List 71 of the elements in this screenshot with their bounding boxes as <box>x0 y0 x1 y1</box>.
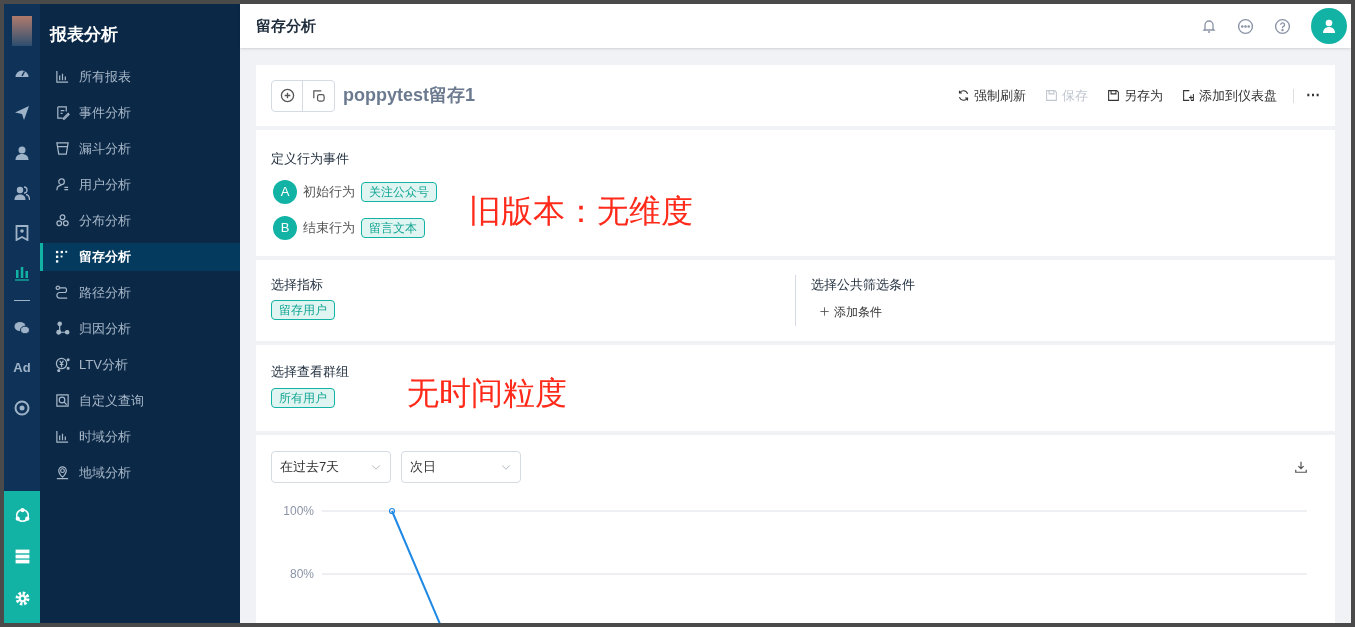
download-icon[interactable] <box>1294 460 1308 474</box>
axis-label: 100% <box>283 504 314 518</box>
coin-icon <box>55 357 70 372</box>
toolbar-button[interactable]: 强制刷新 <box>957 85 1026 106</box>
funnel-icon <box>55 141 70 156</box>
report-name: poppytest留存1 <box>343 84 475 107</box>
map-pin-icon <box>55 465 70 480</box>
nodes-icon <box>55 321 70 336</box>
step-badge: A <box>273 179 297 204</box>
data-point[interactable] <box>388 507 396 515</box>
chat-bubbles-icon[interactable] <box>14 320 30 336</box>
axis-label: 80% <box>289 567 314 581</box>
sidebar-title: 报表分析 <box>48 24 119 46</box>
settings-icon[interactable] <box>13 589 31 607</box>
more-button[interactable]: ⋯ <box>1306 85 1320 106</box>
add-to-board-icon <box>1182 89 1195 102</box>
bell-icon[interactable] <box>1201 18 1217 34</box>
annotation-text: 无时间粒度 <box>407 374 567 413</box>
save-icon <box>1045 89 1058 102</box>
section-title: 定义行为事件 <box>271 150 350 168</box>
add-condition-button[interactable]: 添加条件 <box>818 302 882 321</box>
plus-circle-icon <box>279 88 295 103</box>
bar-chart-icon <box>55 429 70 444</box>
chat-icon[interactable] <box>1237 17 1254 35</box>
sidebar-item[interactable]: 分布分析 <box>40 206 240 235</box>
paper-plane-icon[interactable] <box>14 105 30 121</box>
user-list-icon <box>55 177 70 192</box>
search-icon <box>55 393 70 408</box>
sidebar-item[interactable]: 漏斗分析 <box>40 134 240 163</box>
disc-icon[interactable] <box>14 400 30 416</box>
section-title: 选择指标 <box>271 276 324 294</box>
rail-item[interactable]: Ad <box>13 358 31 378</box>
dropdown[interactable]: 次日 <box>401 451 521 483</box>
sidebar-item[interactable]: 留存分析 <box>40 242 240 271</box>
sidebar-item[interactable]: LTV分析 <box>40 350 240 379</box>
toolbar-button[interactable]: 另存为 <box>1107 85 1163 106</box>
dot-grid-icon <box>55 249 70 264</box>
user-icon[interactable] <box>14 145 30 161</box>
sidebar-item[interactable]: 用户分析 <box>40 170 240 199</box>
sidebar-item[interactable]: 归因分析 <box>40 314 240 343</box>
network-icon[interactable] <box>13 507 31 525</box>
users-icon[interactable] <box>14 185 30 201</box>
help-icon[interactable] <box>1274 17 1291 35</box>
event-label: 初始行为 <box>303 182 355 201</box>
dropdown[interactable]: 在过去7天 <box>271 451 391 483</box>
section-title: 选择公共筛选条件 <box>810 276 916 294</box>
sidebar-item[interactable]: 地域分析 <box>40 458 240 487</box>
sidebar-item[interactable]: 所有报表 <box>40 62 240 91</box>
page-title: 留存分析 <box>256 15 316 36</box>
sidebar-item[interactable]: 事件分析 <box>40 98 240 127</box>
sidebar-item[interactable]: 路径分析 <box>40 278 240 307</box>
avatar[interactable] <box>1311 8 1347 44</box>
edit-icon <box>55 105 70 120</box>
refresh-icon <box>957 89 970 102</box>
sidebar-item[interactable]: 自定义查询 <box>40 386 240 415</box>
copy-icon <box>311 88 326 103</box>
bar-chart-icon[interactable] <box>14 265 30 281</box>
event-label: 结束行为 <box>303 218 355 237</box>
logo-icon <box>12 16 32 46</box>
sidebar-item[interactable]: 时域分析 <box>40 422 240 451</box>
annotation-text: 旧版本：无维度 <box>469 192 693 231</box>
circles-icon <box>55 213 70 228</box>
path-icon <box>55 285 70 300</box>
save-icon <box>1107 89 1120 102</box>
plus-icon <box>818 306 830 317</box>
bookmark-icon[interactable] <box>14 225 30 241</box>
section-title: 选择查看群组 <box>271 363 349 381</box>
bar-chart-icon <box>55 69 70 84</box>
server-icon[interactable] <box>13 548 31 566</box>
toolbar-button[interactable]: 添加到仪表盘 <box>1182 85 1277 106</box>
step-badge: B <box>273 215 297 240</box>
